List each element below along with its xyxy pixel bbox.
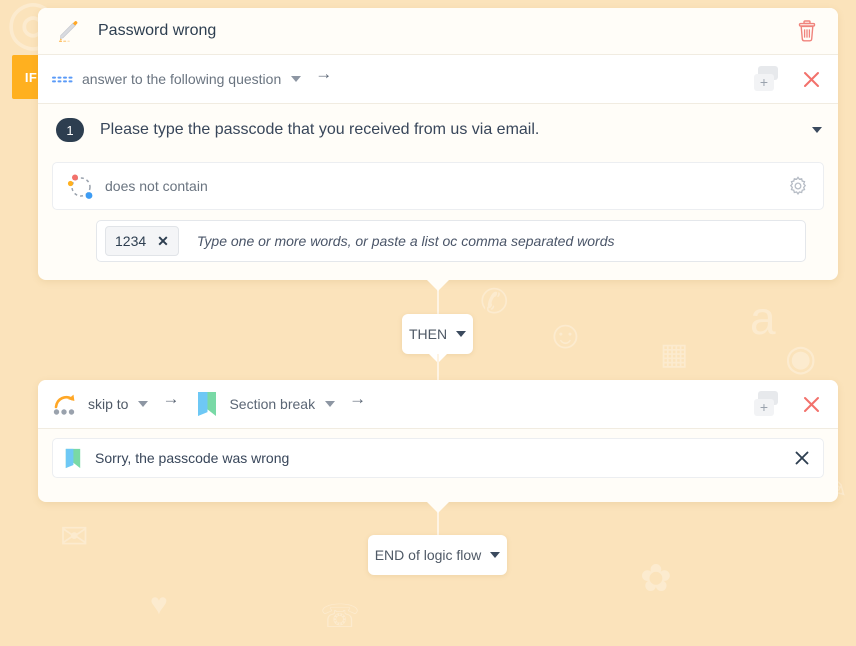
- page-title: Password wrong: [98, 22, 217, 39]
- chevron-down-icon[interactable]: [138, 401, 149, 407]
- duplicate-front-card: +: [754, 399, 774, 416]
- gear-icon[interactable]: [783, 171, 813, 201]
- tag-remove-icon[interactable]: ✕: [157, 233, 169, 250]
- chevron-down-icon[interactable]: [490, 552, 501, 558]
- card-header: Password wrong: [38, 8, 838, 55]
- arrow-right-icon[interactable]: →: [349, 389, 366, 409]
- duplicate-icon[interactable]: +: [754, 391, 782, 417]
- arrow-right-icon[interactable]: →: [315, 64, 332, 84]
- question-number-badge: 1: [56, 118, 84, 142]
- tag-input-placeholder[interactable]: Type one or more words, or paste a list …: [197, 233, 615, 249]
- operator-label[interactable]: does not contain: [105, 178, 783, 194]
- if-badge-label: IF: [24, 69, 38, 85]
- action-target-row[interactable]: Sorry, the passcode was wrong: [52, 438, 824, 478]
- value-tag-input[interactable]: 1234 ✕ Type one or more words, or paste …: [96, 220, 806, 262]
- bookmark-icon: [65, 448, 81, 469]
- chevron-down-icon[interactable]: [812, 127, 822, 133]
- dashed-field-icon: [52, 67, 76, 91]
- then-connector-pill[interactable]: THEN: [402, 314, 473, 363]
- logic-flow-canvas: IF Password wrong answer to the followin…: [0, 0, 856, 646]
- then-label: THEN: [408, 326, 448, 342]
- trash-icon[interactable]: [790, 14, 824, 48]
- connector-chevron-bottom: [427, 502, 449, 513]
- condition-type-label[interactable]: answer to the following question: [82, 71, 281, 87]
- chevron-down-icon[interactable]: [291, 76, 302, 82]
- question-row[interactable]: 1 Please type the passcode that you rece…: [38, 104, 838, 156]
- remove-target-icon[interactable]: [789, 445, 815, 471]
- action-type-label[interactable]: skip to: [88, 396, 128, 412]
- end-of-flow-pill[interactable]: END of logic flow: [368, 535, 507, 575]
- close-icon[interactable]: [798, 391, 824, 417]
- action-target-type-label[interactable]: Section break: [229, 396, 315, 412]
- duplicate-front-card: +: [754, 74, 774, 91]
- connector-chevron-top: [427, 280, 449, 291]
- arrow-right-icon[interactable]: →: [162, 389, 179, 409]
- tag-chip: 1234 ✕: [105, 226, 179, 256]
- operator-row[interactable]: does not contain: [52, 162, 824, 210]
- chevron-down-icon[interactable]: [456, 331, 467, 337]
- then-action-card: skip to → Section break → + Sorry, the p…: [38, 380, 838, 502]
- tag-label: 1234: [115, 233, 147, 249]
- action-selector-row: skip to → Section break → +: [38, 380, 838, 429]
- connector-line-then-bottom: [437, 354, 439, 380]
- duplicate-icon[interactable]: +: [754, 66, 782, 92]
- action-target-label: Sorry, the passcode was wrong: [95, 450, 290, 466]
- question-text: Please type the passcode that you receiv…: [100, 121, 540, 138]
- pencil-icon: [56, 19, 80, 43]
- condition-selector-row: answer to the following question → +: [38, 55, 838, 104]
- skip-to-icon: [52, 391, 80, 417]
- chevron-down-icon[interactable]: [325, 401, 336, 407]
- does-not-contain-icon: [65, 170, 97, 202]
- end-of-flow-label: END of logic flow: [374, 547, 482, 563]
- if-condition-card: Password wrong answer to the following q…: [38, 8, 838, 280]
- close-icon[interactable]: [798, 66, 824, 92]
- bookmark-icon: [197, 391, 217, 417]
